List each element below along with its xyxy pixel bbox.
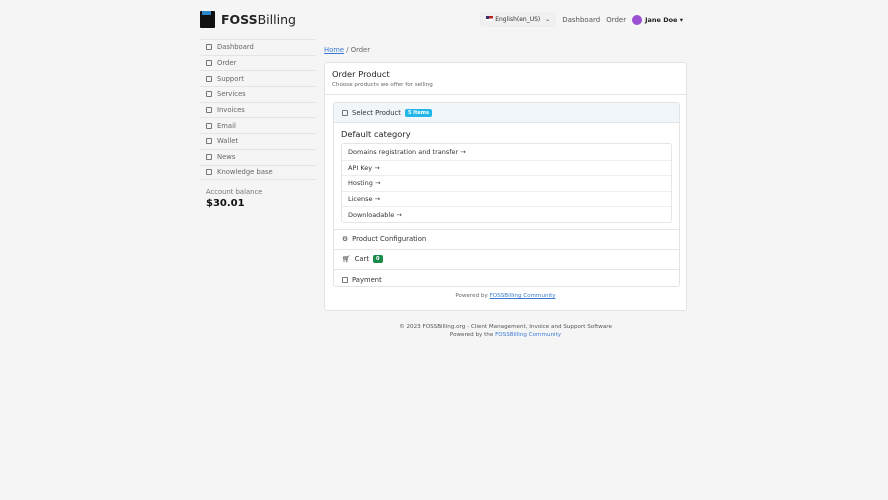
- sidebar-item-label: Services: [217, 90, 246, 99]
- cart-icon: 🛒︎: [342, 255, 351, 264]
- arrow-right-icon: →: [374, 163, 380, 172]
- cart-icon: [206, 60, 212, 67]
- email-icon: [206, 122, 212, 129]
- product-configuration-header[interactable]: ⚙ Product Configuration: [334, 230, 679, 250]
- product-name: API Key: [348, 163, 373, 172]
- language-select[interactable]: English(en_US) ⌄: [480, 12, 557, 27]
- sidebar-item-label: Dashboard: [217, 43, 254, 52]
- user-name: Jane Doe: [645, 15, 678, 24]
- dashboard-icon: [206, 44, 212, 51]
- sidebar-item-label: Knowledge base: [217, 168, 273, 177]
- sidebar-item-services[interactable]: Services: [200, 86, 316, 102]
- credit-card-icon: [342, 276, 348, 283]
- chevron-down-icon: ⌄: [545, 16, 551, 23]
- divider: [325, 94, 686, 95]
- payment-header[interactable]: Payment: [334, 270, 679, 286]
- nav-order[interactable]: Order: [606, 16, 626, 24]
- breadcrumb-current: Order: [350, 46, 371, 54]
- breadcrumb: Home / Order: [324, 46, 370, 54]
- sidebar-item-invoices[interactable]: Invoices: [200, 101, 316, 118]
- sidebar-item-label: Order: [217, 59, 237, 68]
- language-value: English(en_US): [495, 16, 541, 23]
- powered-by: Powered by FOSSBilling Community: [325, 293, 686, 299]
- grid-icon: [342, 109, 348, 116]
- product-item[interactable]: API Key →: [342, 159, 671, 176]
- brand-rest: Billing: [257, 12, 296, 27]
- user-menu[interactable]: Jane Doe ▾: [632, 14, 683, 25]
- breadcrumb-separator: /: [346, 46, 349, 54]
- product-item[interactable]: Downloadable →: [342, 206, 671, 222]
- category-title: Default category: [341, 129, 411, 139]
- us-flag-icon: [486, 16, 494, 21]
- account-balance: $30.01: [206, 198, 245, 209]
- cart-header[interactable]: 🛒︎ Cart 0: [334, 250, 679, 270]
- sidebar-item-knowledge-base[interactable]: Knowledge base: [200, 164, 316, 181]
- sidebar-item-news[interactable]: News: [200, 148, 316, 165]
- news-icon: [206, 154, 212, 161]
- footer-copyright: © 2023 FOSSBilling.org - Client Manageme…: [399, 324, 612, 330]
- product-name: Downloadable: [348, 210, 395, 219]
- sidebar-item-email[interactable]: Email: [200, 117, 316, 133]
- footer-powered: Powered by the FOSSBilling Community: [324, 332, 687, 338]
- services-icon: [206, 91, 212, 98]
- powered-prefix: Powered by: [455, 293, 488, 299]
- arrow-right-icon: →: [374, 195, 381, 204]
- cart-count-badge: 0: [373, 255, 383, 264]
- page-subtitle: Choose products we offer for selling: [332, 82, 433, 88]
- order-card: Order Product Choose products we offer f…: [324, 62, 687, 311]
- support-icon: [206, 75, 212, 82]
- footer-powered-prefix: Powered by the: [449, 332, 494, 338]
- product-item[interactable]: Domains registration and transfer →: [342, 144, 671, 160]
- arrow-right-icon: →: [396, 210, 402, 219]
- logo-icon: [200, 11, 215, 28]
- arrow-right-icon: →: [374, 179, 381, 188]
- arrow-right-icon: →: [460, 147, 466, 156]
- payment-label: Payment: [352, 275, 382, 284]
- powered-link[interactable]: FOSSBilling Community: [490, 293, 556, 299]
- top-nav: English(en_US) ⌄ Dashboard Order Jane Doe…: [480, 12, 683, 27]
- brand-bold: FOSS: [221, 12, 258, 27]
- order-accordion: Select Product 5 Items Default category …: [333, 102, 680, 287]
- page-title: Order Product: [332, 69, 390, 79]
- product-name: Domains registration and transfer: [348, 147, 459, 156]
- sidebar-item-support[interactable]: Support: [200, 70, 316, 86]
- product-configuration-label: Product Configuration: [352, 235, 427, 244]
- sidebar: Dashboard Order Support Services Invoices Ema…: [200, 39, 316, 181]
- nav-dashboard[interactable]: Dashboard: [562, 16, 600, 24]
- wallet-icon: [206, 138, 212, 145]
- product-item[interactable]: Hosting →: [342, 175, 671, 191]
- product-name: License: [348, 195, 373, 204]
- product-list: Domains registration and transfer → API K…: [341, 143, 672, 223]
- account-balance-label: Account balance: [206, 188, 263, 196]
- sidebar-item-label: Invoices: [217, 106, 245, 115]
- book-icon: [206, 169, 212, 176]
- invoice-icon: [206, 107, 212, 114]
- sidebar-item-label: Wallet: [217, 137, 239, 146]
- sidebar-item-label: Email: [217, 121, 236, 130]
- select-product-header[interactable]: Select Product 5 Items: [334, 103, 679, 123]
- product-name: Hosting: [348, 179, 373, 188]
- sidebar-item-label: News: [217, 153, 236, 162]
- product-item[interactable]: License →: [342, 190, 671, 207]
- sidebar-item-wallet[interactable]: Wallet: [200, 133, 316, 149]
- cart-label: Cart: [354, 255, 370, 264]
- select-product-label: Select Product: [352, 108, 401, 117]
- items-badge: 5 Items: [404, 108, 432, 117]
- breadcrumb-home[interactable]: Home: [324, 46, 344, 54]
- logo[interactable]: FOSSBilling: [200, 11, 296, 28]
- sidebar-item-dashboard[interactable]: Dashboard: [200, 39, 316, 55]
- gear-icon: ⚙: [342, 235, 349, 244]
- avatar: [632, 14, 643, 25]
- sidebar-item-order[interactable]: Order: [200, 54, 316, 71]
- sidebar-item-label: Support: [217, 74, 244, 83]
- footer-community-link[interactable]: FOSSBilling Community: [495, 332, 561, 338]
